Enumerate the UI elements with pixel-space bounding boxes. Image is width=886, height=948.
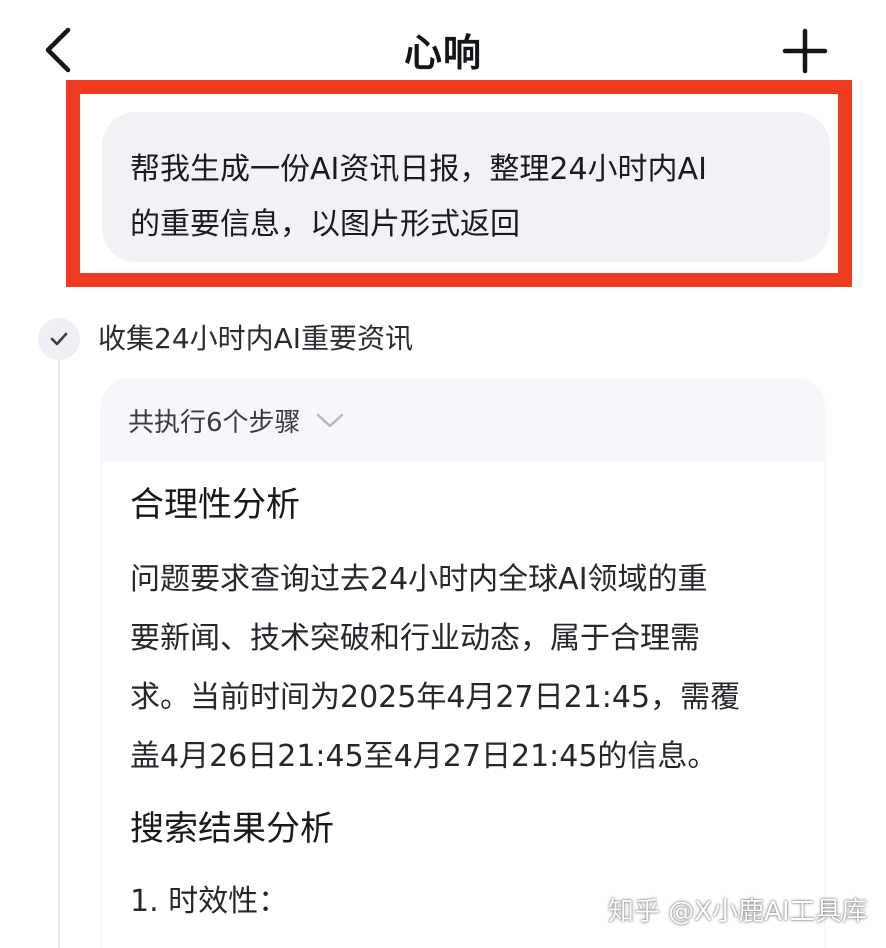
chevron-down-icon — [316, 413, 343, 428]
user-query-bubble: 帮我生成一份AI资讯日报，整理24小时内AI 的重要信息，以图片形式返回 — [102, 112, 830, 262]
watermark: 知乎 @X小鹿AI工具库 — [608, 897, 868, 927]
list-item: 1. 时效性： — [130, 884, 289, 919]
timeline-line — [58, 356, 60, 948]
paragraph-line: 求。当前时间为2025年4月27日21:45，需覆 — [130, 680, 741, 715]
steps-count-label: 共执行6个步骤 — [128, 407, 301, 438]
heading-reasonableness: 合理性分析 — [130, 485, 300, 525]
paragraph-line: 盖4月26日21:45至4月27日21:45的信息。 — [130, 739, 718, 774]
heading-search-results: 搜索结果分析 — [130, 809, 334, 849]
check-icon — [50, 332, 68, 346]
plus-icon[interactable] — [782, 28, 828, 74]
step-status — [38, 318, 80, 360]
page-title: 心响 — [403, 31, 482, 75]
query-line-2: 的重要信息，以图片形式返回 — [130, 207, 520, 242]
paragraph-line: 要新闻、技术突破和行业动态，属于合理需 — [130, 621, 700, 656]
paragraph-line: 问题要求查询过去24小时内全球AI领域的重 — [130, 562, 708, 597]
query-line-1: 帮我生成一份AI资讯日报，整理24小时内AI — [130, 152, 707, 187]
analysis-paragraph: 问题要求查询过去24小时内全球AI领域的重 要新闻、技术突破和行业动态，属于合理… — [130, 550, 810, 786]
steps-toggle[interactable]: 共执行6个步骤 — [128, 398, 345, 442]
step-title: 收集24小时内AI重要资讯 — [98, 322, 414, 355]
